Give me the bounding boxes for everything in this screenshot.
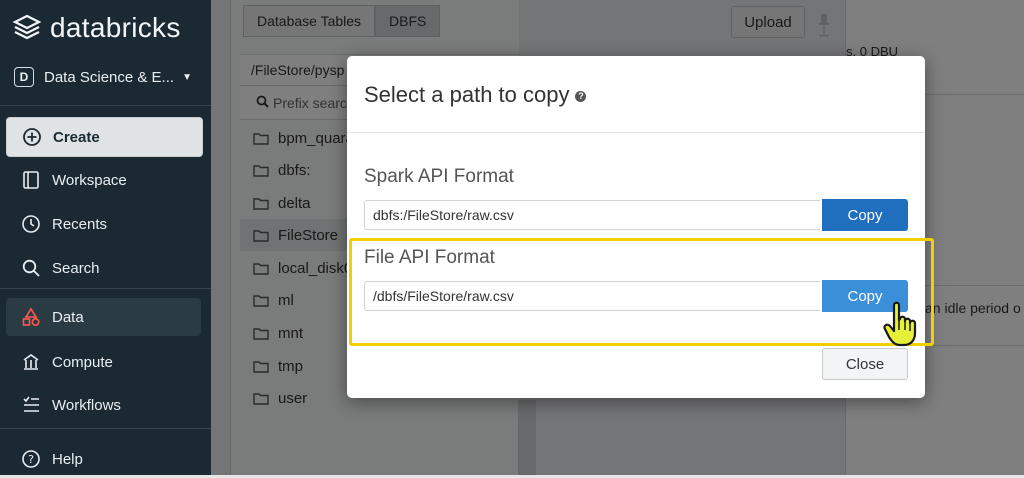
dialog-title-text: Select a path to copy [364,82,570,107]
sidebar-item-label: Compute [52,353,113,371]
data-shapes-icon [20,306,42,328]
svg-text:?: ? [28,453,34,466]
sidebar-item-workflows[interactable]: Workflows [6,386,201,424]
databricks-logo-icon [12,14,42,40]
sidebar-item-help[interactable]: ? Help [6,440,201,478]
databricks-logo[interactable]: databricks [12,12,181,44]
brand-name: databricks [50,12,181,43]
sidebar-item-label: Workspace [52,171,127,189]
spark-copy-button[interactable]: Copy [822,199,908,231]
sidebar-item-label: Data [52,308,84,326]
sidebar-item-label: Recents [52,215,108,233]
sidebar-item-recents[interactable]: Recents [6,205,201,243]
plus-circle-icon [21,126,43,148]
workspace-icon [20,169,42,191]
sidebar-item-label: Workflows [52,396,121,414]
sidebar-item-label: Search [52,259,100,277]
dialog-title: Select a path to copy? [364,82,587,108]
search-icon [20,257,42,279]
copy-path-dialog: Select a path to copy? Spark API Format … [347,56,925,398]
hand-cursor-icon [883,301,917,347]
sidebar-divider [0,288,211,289]
sidebar-item-label: Create [53,128,100,146]
sidebar-item-search[interactable]: Search [6,249,201,287]
dialog-header-divider [347,132,925,133]
workflows-icon [20,394,42,416]
sidebar: databricks D Data Science & E... ▼ Creat… [0,0,211,475]
compute-icon [20,351,42,373]
sidebar-divider [0,105,211,106]
highlight-box [349,238,934,346]
spark-api-heading: Spark API Format [364,166,514,187]
sidebar-item-workspace[interactable]: Workspace [6,161,201,199]
sidebar-divider [0,428,211,429]
workspace-switcher[interactable]: D Data Science & E... ▼ [14,67,199,87]
help-icon: ? [20,448,42,470]
caret-down-icon: ▼ [182,71,192,83]
workspace-badge: D [14,67,34,87]
help-icon[interactable]: ? [575,90,587,102]
sidebar-item-label: Help [52,450,83,468]
workspace-label: Data Science & E... [44,68,175,86]
sidebar-item-data[interactable]: Data [6,298,201,336]
close-button[interactable]: Close [822,348,908,380]
clock-icon [20,213,42,235]
spark-api-path-field[interactable] [364,200,820,230]
sidebar-item-compute[interactable]: Compute [6,343,201,381]
sidebar-item-create[interactable]: Create [6,117,203,157]
